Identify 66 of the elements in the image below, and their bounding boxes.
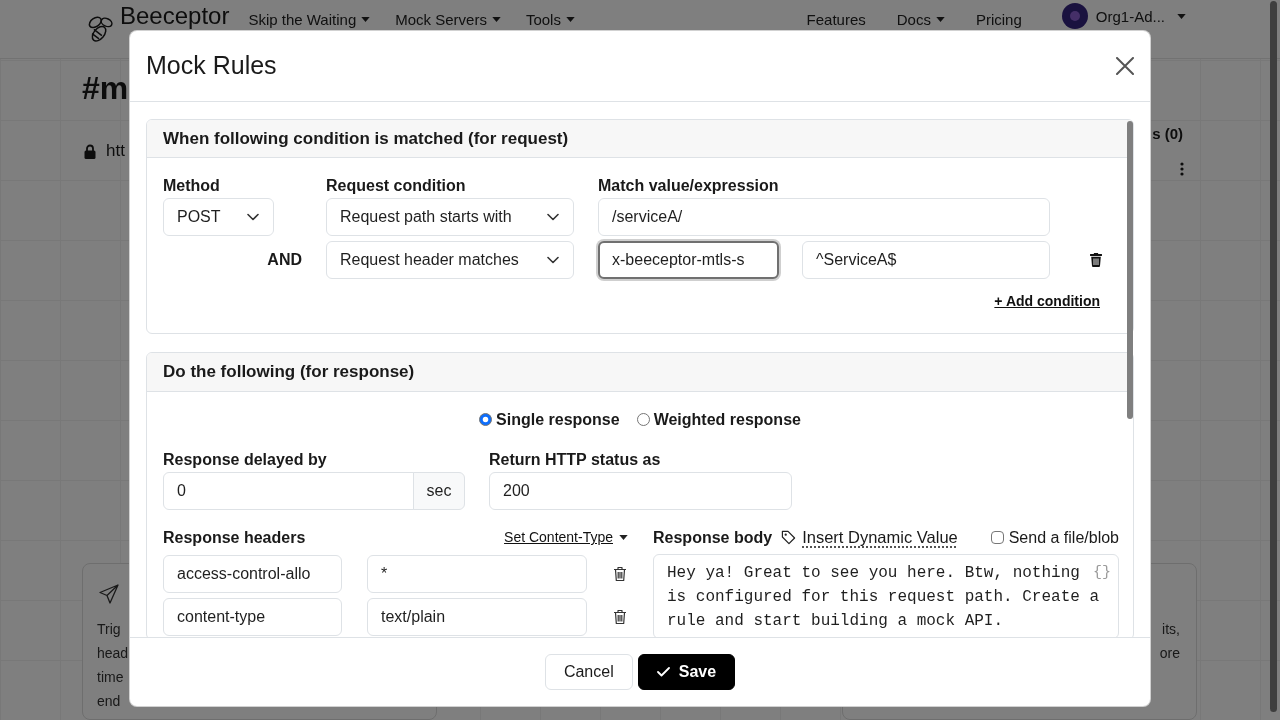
- card-text: end: [97, 692, 121, 711]
- nav-menu-item[interactable]: Features: [806, 11, 866, 28]
- card-text: head: [97, 644, 129, 663]
- header-value-field[interactable]: text/plain: [367, 597, 587, 636]
- match-value-field[interactable]: ^ServiceA$: [802, 241, 1050, 279]
- chevron-icon: [547, 256, 559, 264]
- insert-dynamic-value-link[interactable]: Insert Dynamic Value: [802, 525, 958, 550]
- panel-title: s (0): [1152, 124, 1183, 144]
- add-condition-link[interactable]: + Add condition: [994, 291, 1100, 312]
- avatar-icon: [1061, 3, 1088, 29]
- check-icon: [656, 667, 670, 677]
- field-label: Match value/expression: [598, 176, 780, 196]
- nav-menu-item[interactable]: Mock Servers: [395, 11, 501, 28]
- tag-icon: [781, 530, 797, 545]
- modal-title: Mock Rules: [146, 50, 277, 81]
- endpoint-url: htt: [106, 140, 125, 163]
- account-menu[interactable]: Org1-Ad...: [1061, 3, 1186, 29]
- condition-select[interactable]: Request path starts with: [326, 198, 574, 236]
- chevron-icon: [247, 213, 259, 221]
- save-button[interactable]: Save: [637, 654, 736, 690]
- trash-icon[interactable]: [1089, 253, 1102, 267]
- field-label: Request condition: [326, 176, 467, 196]
- nav-menu-item[interactable]: Docs: [896, 11, 945, 28]
- nav-menu-item[interactable]: Skip the Waiting: [248, 11, 371, 28]
- content-type-dropdown[interactable]: Set Content-Type: [504, 527, 628, 548]
- method-select[interactable]: POST: [163, 198, 274, 236]
- nav-menu-item[interactable]: Tools: [525, 11, 575, 28]
- radio-label: Single response: [496, 409, 620, 430]
- kebab-menu-icon[interactable]: [1180, 162, 1184, 176]
- card-text: time: [97, 668, 124, 687]
- card-text: its,: [1162, 620, 1180, 639]
- trash-icon[interactable]: [613, 608, 627, 625]
- radio-button[interactable]: [636, 413, 650, 426]
- unit-label: sec: [413, 471, 465, 510]
- field-label: Response delayed by: [163, 449, 327, 470]
- connector-label: AND: [267, 251, 302, 268]
- delay-field[interactable]: 0: [163, 471, 414, 510]
- status-code-field[interactable]: 200: [489, 471, 792, 510]
- checkbox[interactable]: [990, 531, 1004, 544]
- lock-icon: [84, 143, 96, 159]
- close-icon: [1116, 56, 1134, 75]
- radio-button[interactable]: [479, 413, 493, 426]
- radio-label: Weighted response: [653, 409, 801, 430]
- chevron-icon: [547, 213, 559, 221]
- page-heading: #m: [82, 69, 129, 107]
- condition-select[interactable]: Request header matches: [326, 241, 574, 279]
- header-name-field[interactable]: x-beeceptor-mtls-s: [598, 241, 779, 279]
- caret-icon: [619, 535, 628, 540]
- brand-name[interactable]: Beeceptor: [120, 3, 230, 29]
- header-value-field[interactable]: *: [367, 554, 587, 593]
- card-text: ore: [1159, 644, 1180, 663]
- checkbox-label: Send a file/blob: [1008, 527, 1119, 548]
- trash-icon[interactable]: [613, 565, 627, 582]
- match-value-field[interactable]: /serviceA/: [598, 198, 1050, 236]
- header-key-field[interactable]: content-type: [163, 597, 342, 636]
- field-label: Response body: [653, 527, 773, 548]
- cancel-button[interactable]: Cancel: [544, 654, 633, 690]
- paper-plane-icon: [99, 584, 119, 604]
- card-text: Trig: [97, 620, 121, 639]
- header-key-field[interactable]: access-control-allo: [163, 554, 342, 593]
- scrollbar-thumb[interactable]: [1270, 1, 1277, 712]
- nav-menu-item[interactable]: Pricing: [975, 11, 1022, 28]
- field-label: Method: [163, 176, 221, 196]
- scrollbar-thumb[interactable]: [1127, 120, 1133, 419]
- field-label: Response headers: [163, 527, 306, 548]
- field-label: Return HTTP status as: [489, 449, 661, 470]
